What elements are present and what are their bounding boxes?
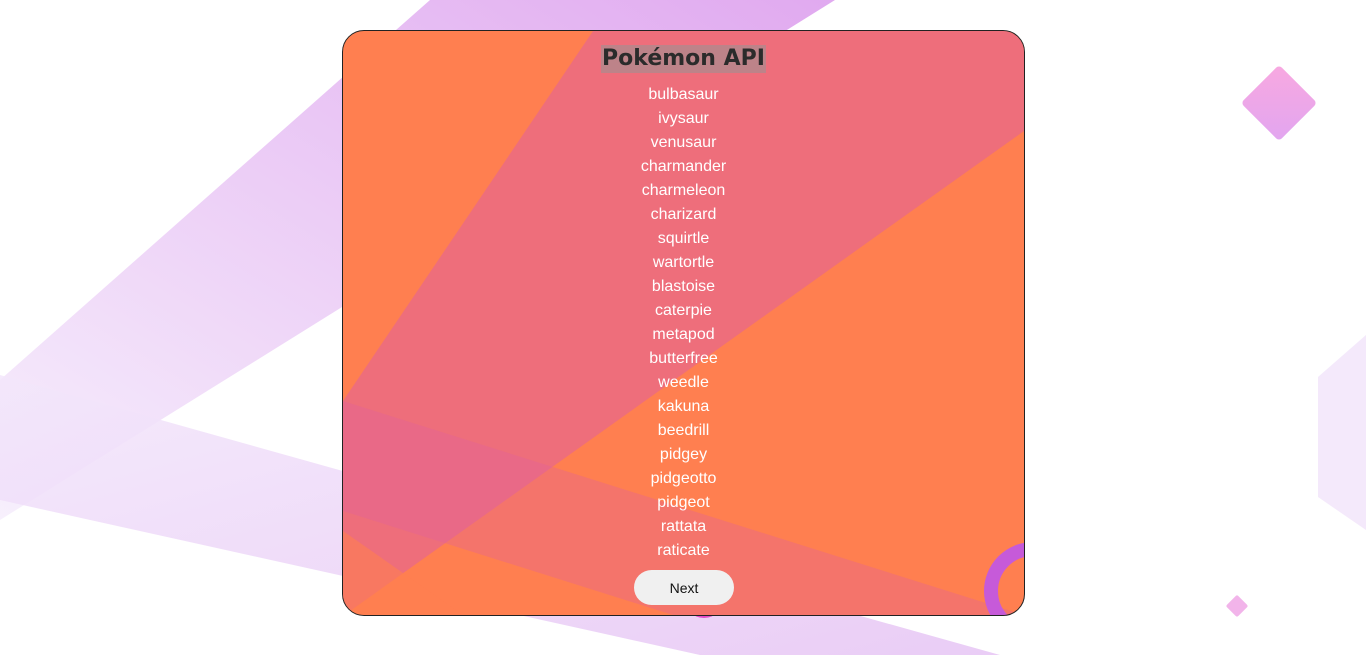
pokemon-list: bulbasaur ivysaur venusaur charmander charme… (343, 83, 1024, 563)
bg-diamond-large (1242, 66, 1316, 140)
title-container: Pokémon API (343, 45, 1024, 73)
pokemon-list-item: kakuna (657, 398, 710, 415)
bg-shape-right-panel (1318, 335, 1366, 530)
pokemon-list-item: weedle (658, 374, 709, 391)
pokemon-list-item: wartortle (652, 254, 715, 271)
bg-diamond-small (1226, 595, 1248, 617)
pokemon-list-item: charmeleon (641, 182, 726, 199)
pokemon-list-item: ivysaur (658, 110, 709, 127)
pokemon-list-item: bulbasaur (648, 86, 719, 103)
pokemon-list-item: beedrill (657, 422, 710, 439)
next-button[interactable]: Next (634, 570, 734, 605)
pokemon-list-item: metapod (652, 326, 715, 343)
pokemon-list-item: charizard (650, 206, 717, 223)
pokemon-list-item: blastoise (651, 278, 716, 295)
pokemon-list-item: pidgeot (657, 494, 710, 511)
pokemon-list-item: pidgey (659, 446, 708, 463)
pokemon-list-item: pidgeotto (650, 470, 717, 487)
pokemon-list-item: squirtle (657, 230, 710, 247)
pokemon-card: Pokémon API bulbasaur ivysaur venusaur char… (342, 30, 1025, 616)
pokemon-list-item: butterfree (649, 350, 718, 367)
pokemon-list-item: charmander (640, 158, 727, 175)
pokemon-list-item: rattata (660, 518, 707, 535)
pokemon-list-item: venusaur (650, 134, 717, 151)
pokemon-list-item: caterpie (655, 302, 712, 319)
page-title: Pokémon API (601, 45, 766, 73)
pokemon-list-item: raticate (657, 542, 710, 559)
